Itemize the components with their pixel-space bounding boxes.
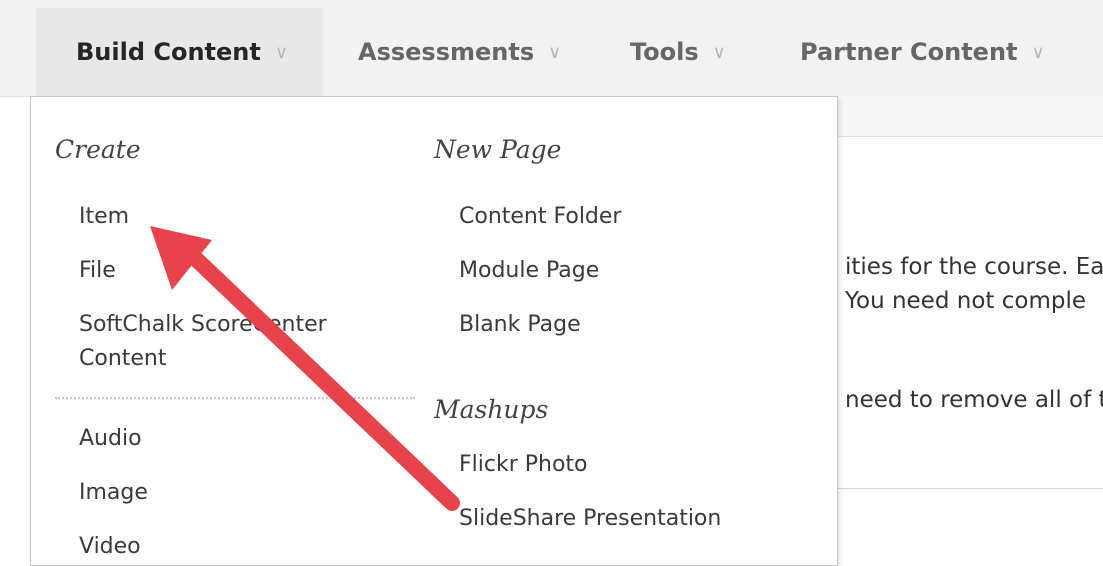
menu-item-slideshare[interactable]: SlideShare Presentation [459,502,721,536]
tab-label: Tools [630,38,699,66]
tab-partner-content[interactable]: Partner Content ∨ [800,8,1045,96]
menu-item-content-folder[interactable]: Content Folder [459,200,621,234]
tab-build-content[interactable]: Build Content ∨ [36,8,323,96]
tab-label: Assessments [358,38,535,66]
content-header-strip [838,96,1103,137]
menu-divider [55,397,415,399]
content-divider [838,488,1103,489]
tab-label: Build Content [76,38,261,66]
create-heading: Create [55,135,141,164]
build-content-dropdown: Create Item File SoftChalk ScoreCenter C… [30,96,838,566]
course-menu-bar: Build Content ∨ Assessments ∨ Tools ∨ Pa… [0,0,1103,97]
chevron-down-icon: ∨ [548,41,562,63]
mashups-heading: Mashups [434,395,549,424]
chevron-down-icon: ∨ [274,41,289,63]
menu-item-image[interactable]: Image [79,476,148,510]
chevron-down-icon: ∨ [712,41,726,63]
instructions-text-line: You need not comple [845,288,1086,314]
new-page-heading: New Page [434,135,562,164]
chevron-down-icon: ∨ [1031,41,1045,63]
menu-item-file[interactable]: File [79,254,116,288]
menu-item-item[interactable]: Item [79,200,129,234]
menu-item-blank-page[interactable]: Blank Page [459,308,581,342]
menu-item-softchalk[interactable]: SoftChalk ScoreCenter Content [79,308,359,376]
menu-item-audio[interactable]: Audio [79,422,142,456]
instructions-text-line: ities for the course. Ea [845,254,1103,280]
menu-item-video[interactable]: Video [79,530,141,564]
menu-item-flickr-photo[interactable]: Flickr Photo [459,448,588,482]
instructions-text-line: need to remove all of t [845,387,1103,413]
tab-label: Partner Content [800,38,1018,66]
menu-item-module-page[interactable]: Module Page [459,254,599,288]
tab-tools[interactable]: Tools ∨ [630,8,726,96]
tab-assessments[interactable]: Assessments ∨ [358,8,561,96]
